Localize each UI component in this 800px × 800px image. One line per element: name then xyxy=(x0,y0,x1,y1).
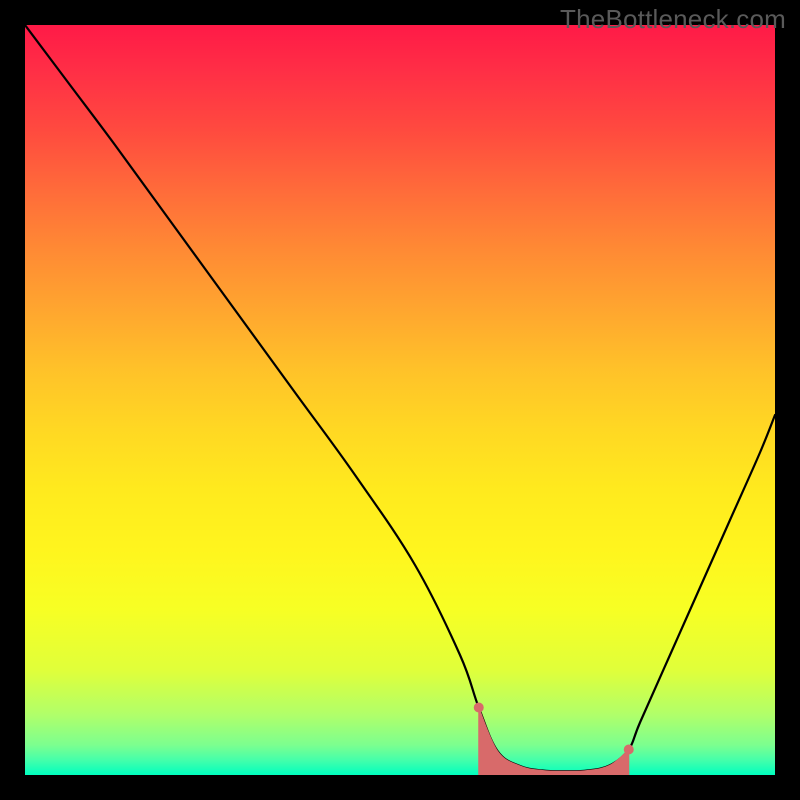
plot-area xyxy=(25,25,775,775)
optimal-marker-left xyxy=(474,703,484,713)
bottleneck-curve xyxy=(25,25,775,771)
optimal-range-fill xyxy=(479,708,629,776)
optimal-marker-right xyxy=(624,745,634,755)
curve-layer xyxy=(25,25,775,775)
chart-container: TheBottleneck.com xyxy=(0,0,800,800)
watermark-label: TheBottleneck.com xyxy=(560,4,786,35)
